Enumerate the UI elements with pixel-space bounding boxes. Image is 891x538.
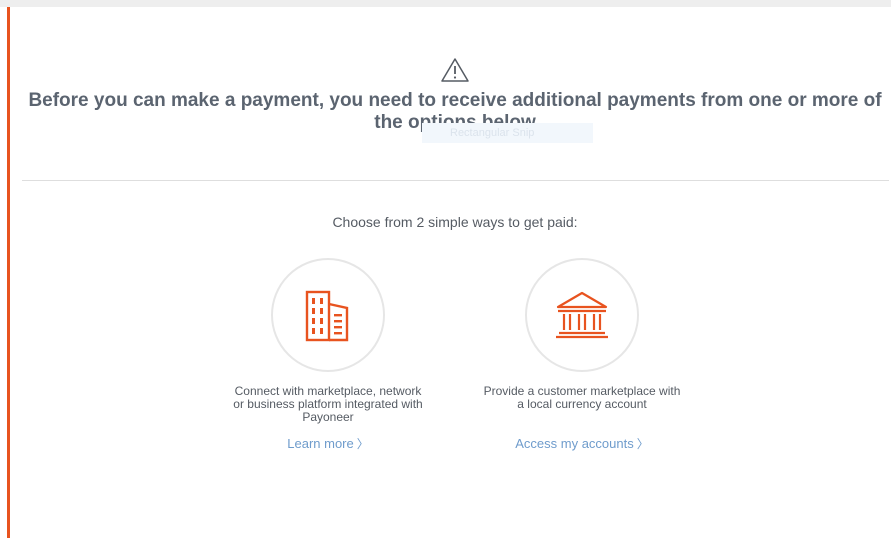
accent-bar <box>7 7 10 538</box>
intro-text: Choose from 2 simple ways to get paid: <box>332 214 578 230</box>
link-label: Learn more <box>287 436 354 451</box>
bank-icon <box>556 291 608 339</box>
chevron-right-icon: 〉 <box>356 437 369 451</box>
office-building-icon <box>305 290 349 342</box>
option-description: Provide a customer marketplace with a lo… <box>483 384 681 411</box>
snip-overlay: Rectangular Snip <box>422 123 593 143</box>
link-label: Access my accounts <box>515 436 634 451</box>
option-icon-circle <box>271 258 385 372</box>
option-local-account: Provide a customer marketplace with a lo… <box>482 258 682 453</box>
option-marketplace: Connect with marketplace, network or bus… <box>228 258 428 453</box>
option-description: Connect with marketplace, network or bus… <box>233 384 423 424</box>
top-strip <box>0 0 891 7</box>
access-accounts-link[interactable]: Access my accounts 〉 <box>515 435 649 452</box>
warning-triangle-icon <box>441 58 469 82</box>
divider <box>22 180 889 181</box>
learn-more-link[interactable]: Learn more 〉 <box>287 435 369 452</box>
chevron-right-icon: 〉 <box>636 437 649 451</box>
option-icon-circle <box>525 258 639 372</box>
